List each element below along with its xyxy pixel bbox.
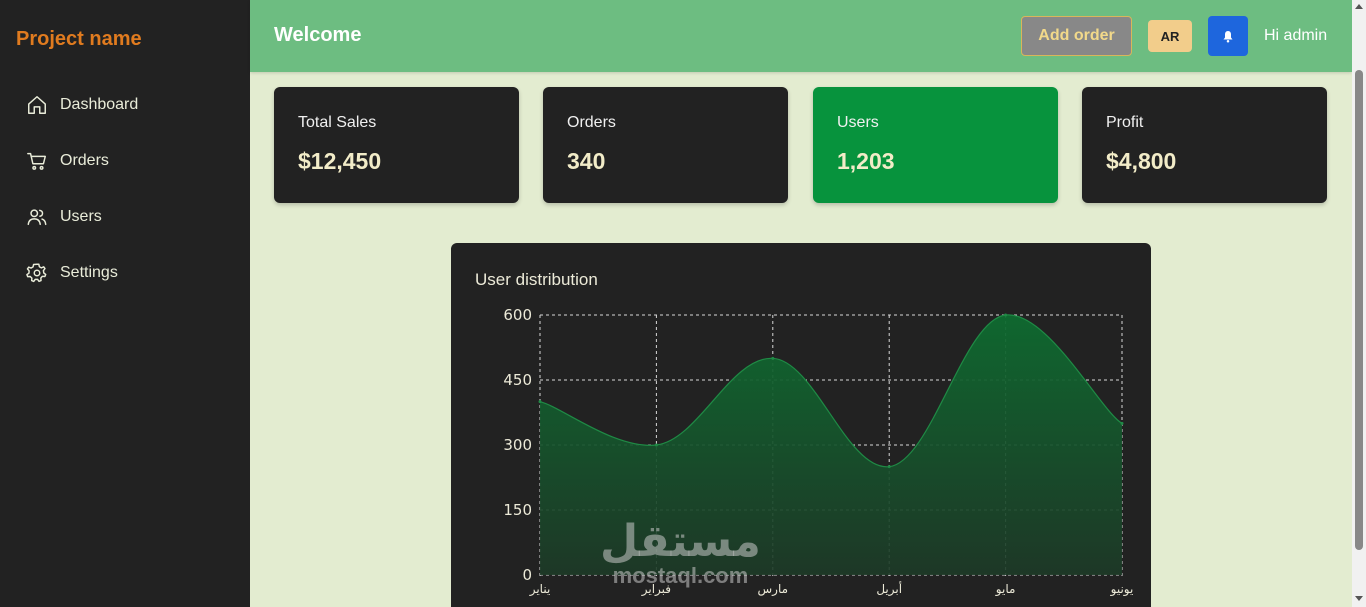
stat-label: Profit (1106, 114, 1144, 131)
sidebar-item-label: Settings (60, 264, 118, 281)
x-tick-label: مايو (995, 582, 1016, 597)
y-tick-label: 450 (503, 371, 532, 389)
notifications-button[interactable] (1208, 16, 1248, 56)
stat-value: 340 (567, 148, 606, 174)
stat-card-users: Users 1,203 (813, 87, 1058, 203)
stat-value: $12,450 (298, 148, 382, 174)
stat-label: Total Sales (298, 114, 377, 131)
stat-card-orders: Orders 340 (543, 87, 788, 203)
home-icon (28, 96, 46, 114)
chart-data-point (654, 443, 658, 447)
y-tick-label: 150 (503, 501, 532, 519)
bell-icon (1223, 30, 1233, 42)
sidebar-item-orders[interactable]: Orders (26, 147, 109, 175)
x-tick-label: مارس (758, 582, 789, 597)
chart-data-point (538, 400, 542, 404)
sidebar: Project name Dashboard Orders Users Sett… (0, 0, 250, 607)
user-distribution-chart: 0150300450600يناير فبراير مارس أبريل مايو يون… (503, 306, 1134, 597)
chart-data-point (771, 356, 775, 360)
gear-icon (26, 263, 47, 283)
top-header: Welcome Add order AR Hi admin (250, 0, 1352, 72)
stat-card-profit: Profit $4,800 (1082, 87, 1327, 203)
sidebar-item-dashboard[interactable]: Dashboard (26, 91, 138, 119)
user-distribution-chart-card: User distribution 0 150 300 450 600 يناير فبرا… (451, 243, 1151, 607)
stat-label: Orders (567, 114, 616, 131)
brand-title[interactable]: Project name (16, 28, 142, 51)
y-tick-label: 600 (503, 306, 532, 324)
sidebar-item-settings[interactable]: Settings (26, 259, 118, 287)
stat-value: $4,800 (1106, 148, 1177, 174)
chart-data-point (887, 465, 891, 469)
stat-label: Users (837, 114, 879, 131)
y-tick-label: 300 (503, 436, 532, 454)
x-tick-label: فبراير (641, 582, 671, 597)
chart-data-point (1004, 313, 1008, 317)
x-tick-label: أبريل (876, 581, 902, 597)
sidebar-item-label: Orders (60, 152, 109, 169)
add-order-button[interactable]: Add order (1021, 16, 1132, 56)
scrollbar-thumb[interactable] (1355, 70, 1363, 550)
stat-card-total-sales: Total Sales $12,450 (274, 87, 519, 203)
scroll-down-arrow-icon[interactable] (1355, 596, 1363, 601)
chart-data-point (1120, 421, 1124, 425)
x-tick-label: يناير (529, 582, 551, 597)
scroll-up-arrow-icon[interactable] (1355, 4, 1363, 9)
vertical-scrollbar[interactable] (1352, 0, 1366, 607)
cart-icon (27, 152, 46, 170)
sidebar-item-users[interactable]: Users (26, 203, 102, 231)
page-title: Welcome (274, 24, 362, 46)
users-icon (27, 209, 47, 226)
user-greeting[interactable]: Hi admin (1264, 27, 1327, 45)
sidebar-item-label: Users (60, 208, 102, 225)
chart-area-fill (540, 314, 1122, 575)
stat-value: 1,203 (837, 148, 895, 174)
sidebar-item-label: Dashboard (60, 96, 139, 113)
x-tick-label: يونيو (1110, 582, 1134, 597)
language-toggle-button[interactable]: AR (1148, 20, 1192, 52)
